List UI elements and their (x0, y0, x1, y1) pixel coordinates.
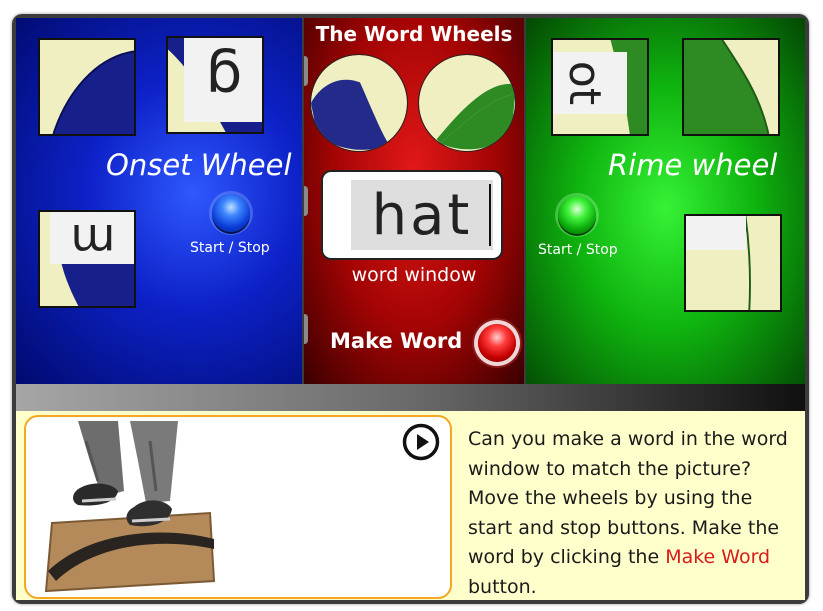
drag-handle-middle[interactable] (304, 186, 308, 216)
make-word-label: Make Word (330, 329, 463, 353)
onset-tile-top-right: g (166, 36, 264, 134)
rime-tile-bottom-right (684, 214, 782, 312)
onset-wheel-preview-icon (310, 54, 408, 152)
word-window: hat (321, 170, 503, 260)
drag-handle-bottom[interactable] (304, 314, 308, 344)
page-title: The Word Wheels (315, 22, 513, 46)
onset-tile-bottom-left: m (38, 210, 136, 308)
onset-wheel-label: Onset Wheel (106, 148, 292, 182)
drag-handle-top[interactable] (304, 56, 308, 86)
rime-letter-card-bottom (686, 216, 746, 250)
mat-picture-icon (38, 421, 216, 593)
instructions-highlight: Make Word (665, 546, 771, 568)
word-display: hat (351, 180, 493, 250)
onset-panel: g m Onset Wheel Start / Stop (16, 18, 302, 384)
wheel-segment-icon (684, 40, 770, 134)
play-button[interactable] (402, 423, 440, 461)
rime-start-stop-label: Start / Stop (538, 242, 618, 258)
wheel-segment-icon (52, 50, 134, 134)
rime-start-stop-button[interactable] (558, 196, 596, 234)
play-icon (402, 423, 440, 461)
onset-start-stop-label: Start / Stop (190, 240, 270, 256)
onset-letter-card-top: g (184, 38, 262, 122)
rime-tile-top-right (682, 38, 780, 136)
rime-panel: ot Rime wheel Start / Stop (526, 18, 805, 384)
rime-wheel-preview-icon (418, 54, 516, 152)
instructions-part2: button. (468, 575, 537, 598)
bottom-area: Can you make a word in the word window t… (16, 411, 805, 600)
onset-tile-top-left (38, 38, 136, 136)
game-frame: g m Onset Wheel Start / Stop The Word Wh… (12, 14, 809, 604)
onset-letter-card-bottom: m (50, 212, 134, 264)
doormat-photo (38, 421, 216, 593)
word-window-panel: The Word Wheels hat word window Make Wor… (304, 18, 524, 384)
onset-start-stop-button[interactable] (212, 194, 250, 232)
rime-letter-card-top: ot (553, 52, 627, 114)
instructions-text: Can you make a word in the word window t… (468, 425, 793, 602)
divider-bar (16, 384, 805, 411)
rime-wheel-label: Rime wheel (608, 148, 778, 182)
picture-box (24, 415, 452, 599)
rime-tile-top-left: ot (551, 38, 649, 136)
text-cursor (489, 184, 491, 246)
word-window-label: word window (351, 264, 477, 286)
make-word-button[interactable] (478, 324, 516, 362)
